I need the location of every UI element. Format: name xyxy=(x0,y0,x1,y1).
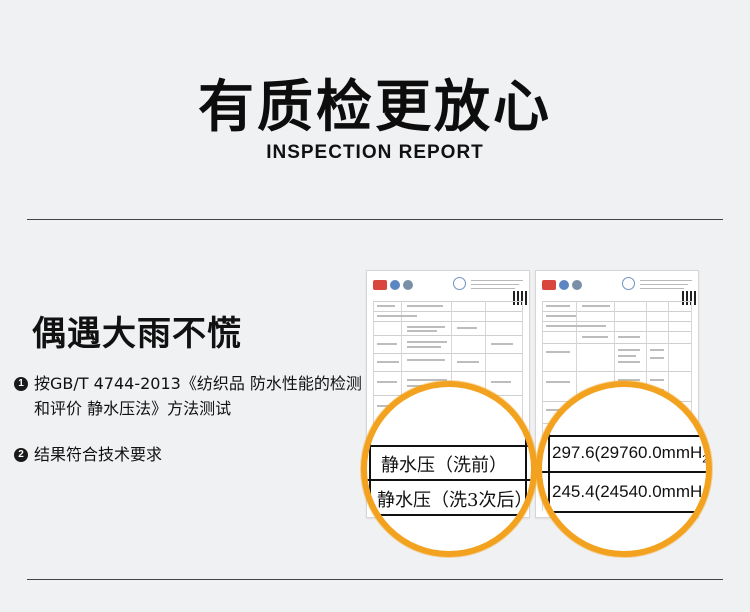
table-rule xyxy=(367,445,531,447)
magnifier-left: 静水压（洗前） 静水压（洗3次后） xyxy=(361,381,537,557)
certification-logo xyxy=(572,280,582,290)
table-rule xyxy=(369,387,371,551)
point-number-1: 1 xyxy=(14,377,28,391)
bottom-divider xyxy=(27,579,723,580)
table-rule xyxy=(542,471,706,473)
measurement-value-after-wash: 245.4(24540.0mmH2 xyxy=(552,482,709,505)
point-number-2: 2 xyxy=(14,448,28,462)
measurement-label-after-wash: 静水压（洗3次后） xyxy=(377,490,533,511)
feature-point-2: 2 结果符合技术要求 xyxy=(14,442,369,467)
certification-logo xyxy=(373,280,387,290)
lab-seal-icon xyxy=(453,277,466,290)
table-rule xyxy=(542,511,706,513)
table-rule xyxy=(548,387,550,551)
table-rule xyxy=(367,479,531,481)
feature-point-1: 1 按GB/T 4744-2013《纺织品 防水性能的检测和评价 静水压法》方法… xyxy=(14,371,369,421)
lab-seal-icon xyxy=(622,277,635,290)
measurement-label-before-wash: 静水压（洗前） xyxy=(381,455,507,476)
page-subtitle: INSPECTION REPORT xyxy=(266,142,484,163)
certification-logo xyxy=(390,280,400,290)
top-divider xyxy=(27,219,723,220)
magnifier-right: 297.6(29760.0mmH2 245.4(24540.0mmH2 xyxy=(536,381,712,557)
point-text-1: 按GB/T 4744-2013《纺织品 防水性能的检测和评价 静水压法》方法测试 xyxy=(34,374,362,418)
table-rule xyxy=(367,514,531,516)
point-text-2: 结果符合技术要求 xyxy=(34,445,163,464)
page-title: 有质检更放心 xyxy=(198,75,552,140)
table-rule xyxy=(525,387,527,551)
table-rule xyxy=(542,435,706,437)
report-header xyxy=(542,277,692,299)
certification-logo xyxy=(403,280,413,290)
measurement-value-before-wash: 297.6(29760.0mmH2 xyxy=(552,443,709,466)
report-header xyxy=(373,277,523,299)
section-heading: 偶遇大雨不慌 xyxy=(32,314,242,354)
certification-logo xyxy=(559,280,569,290)
certification-logo xyxy=(542,280,556,290)
